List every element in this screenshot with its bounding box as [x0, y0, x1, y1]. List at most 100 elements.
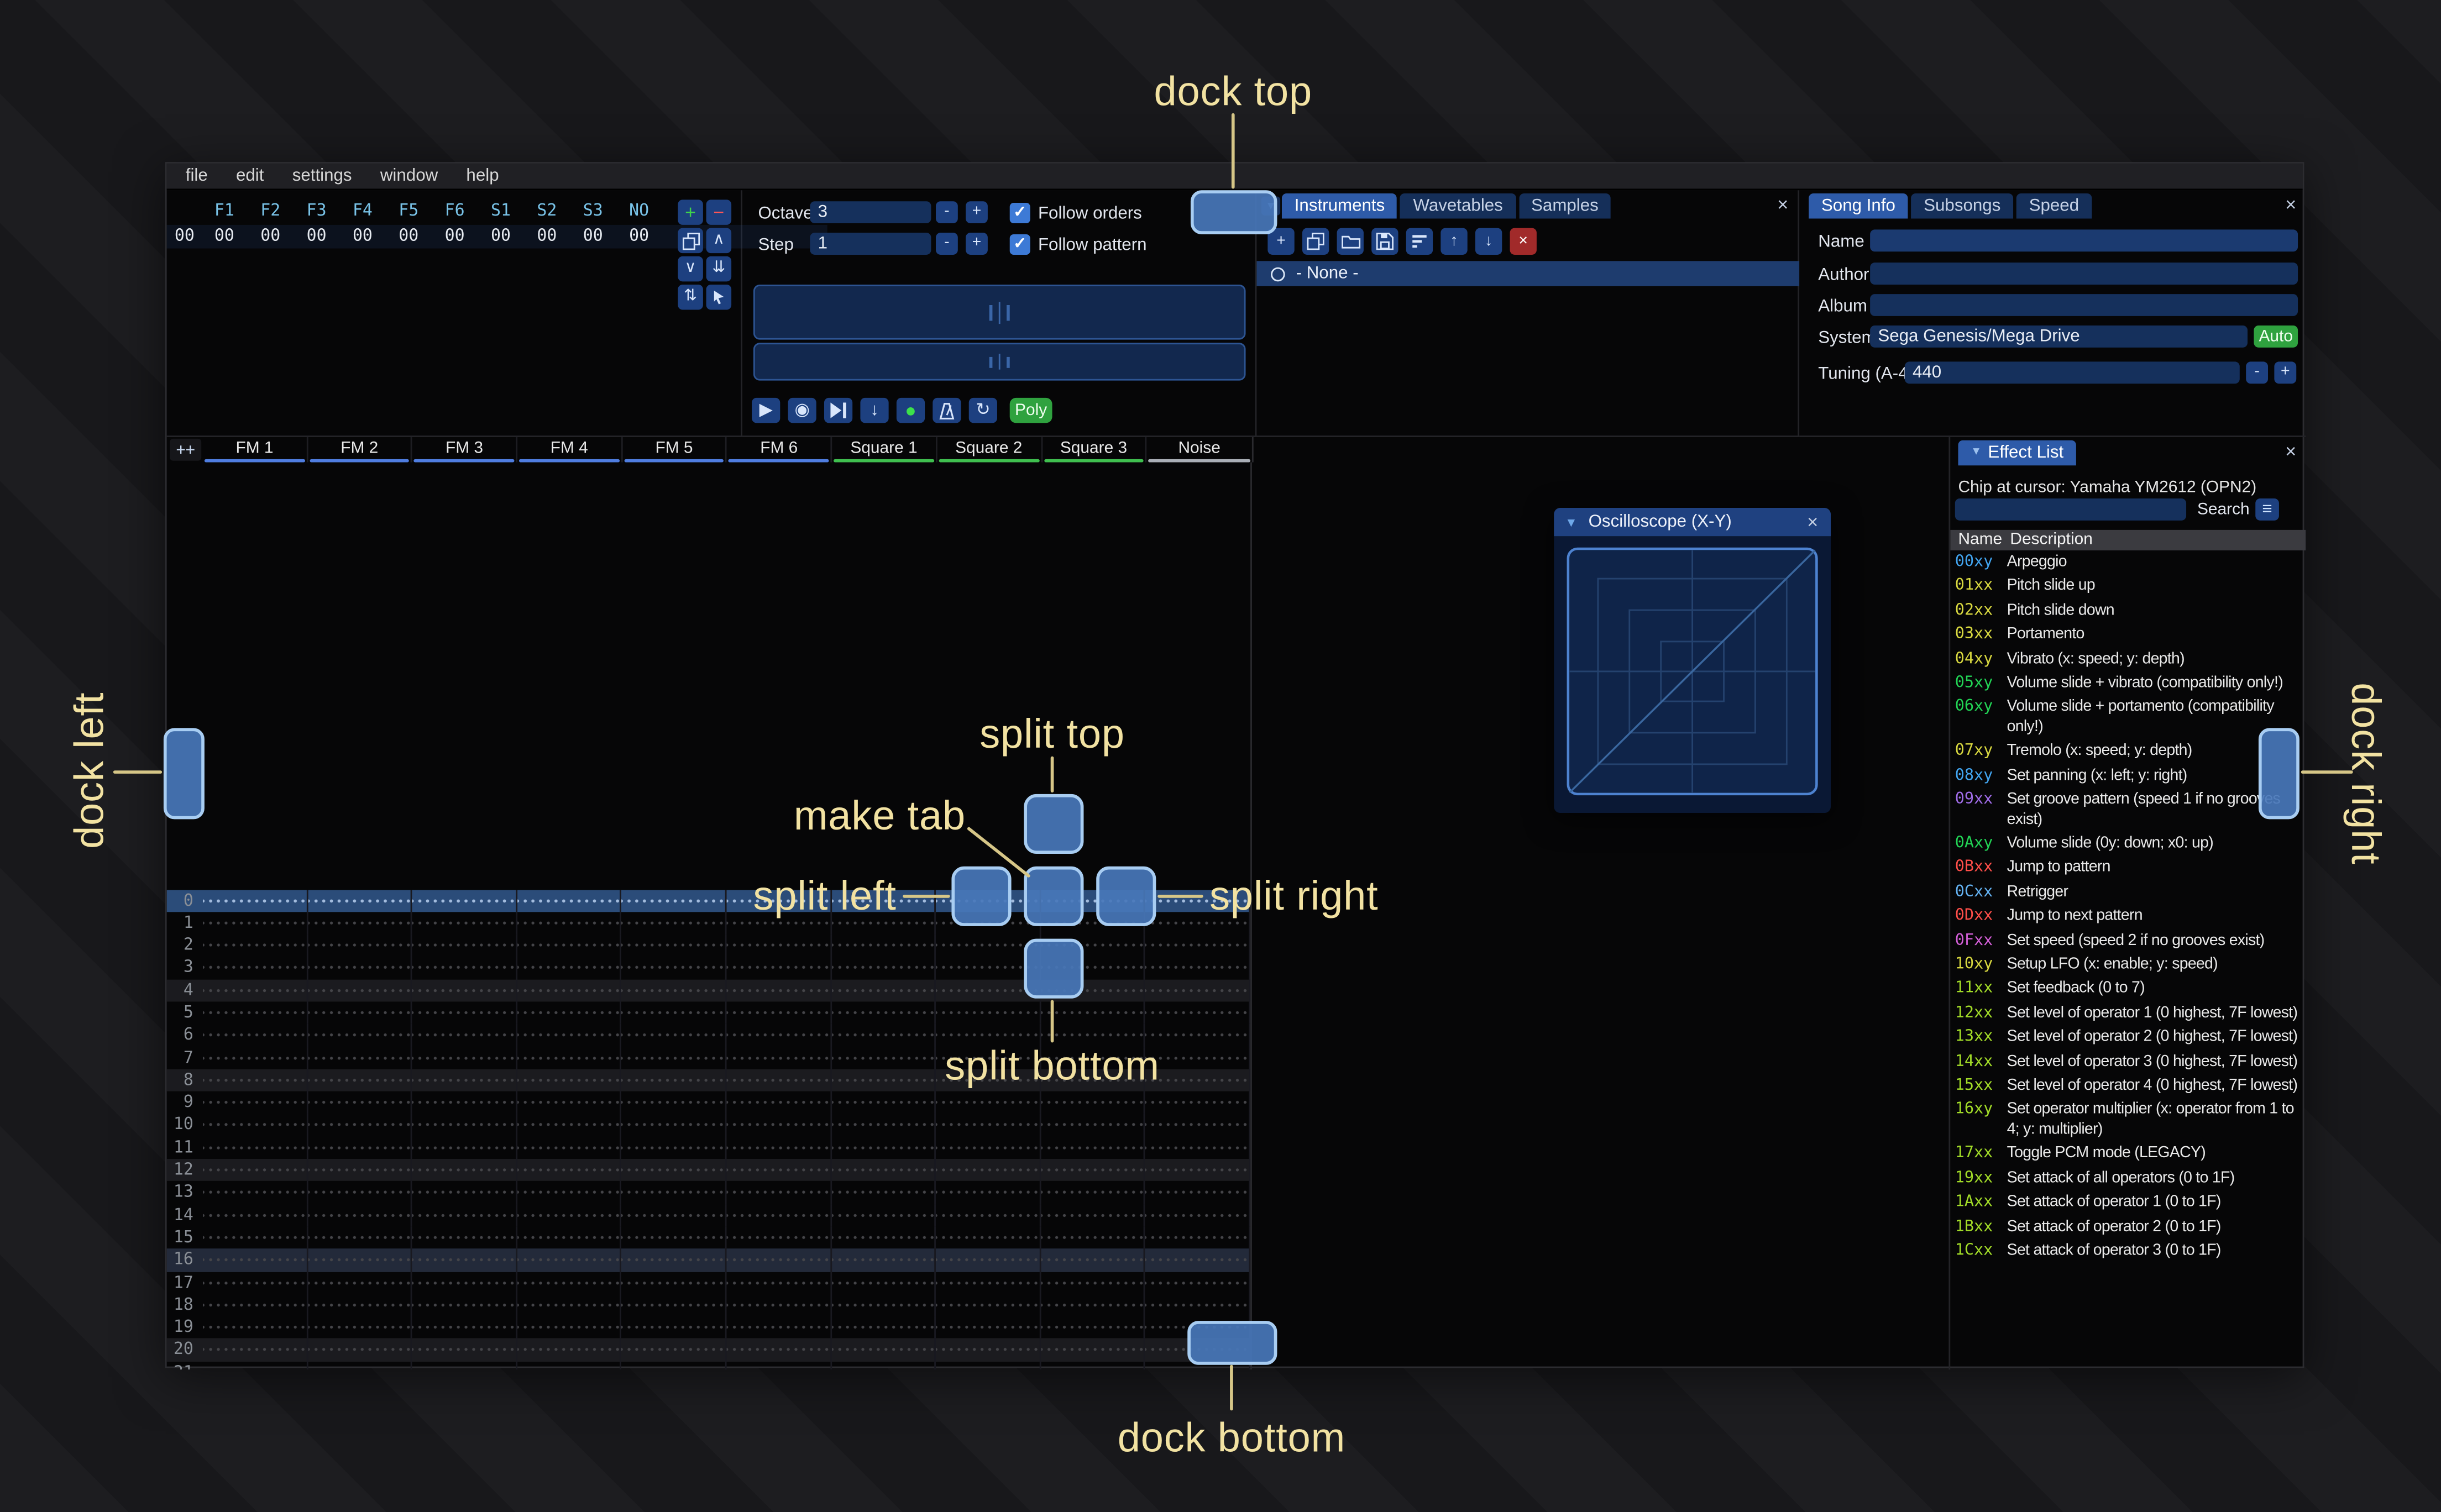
pattern-cell[interactable] — [1145, 1069, 1251, 1092]
tuning-decrease-button[interactable]: - — [2246, 361, 2269, 384]
pattern-cell[interactable] — [203, 911, 308, 935]
pattern-cell[interactable] — [726, 1248, 832, 1272]
pattern-cell[interactable] — [517, 1114, 622, 1137]
pattern-cell[interactable] — [1145, 1136, 1251, 1159]
make-tab-target[interactable] — [1024, 866, 1084, 926]
pattern-cell[interactable] — [517, 1338, 622, 1362]
pattern-cell[interactable] — [726, 1338, 832, 1362]
pattern-row[interactable]: 14 — [167, 1204, 1251, 1227]
channel-header[interactable]: Square 1 — [832, 437, 937, 463]
pattern-cell[interactable] — [622, 1069, 727, 1092]
octave-increase-button[interactable]: + — [966, 201, 988, 224]
pattern-cell[interactable] — [517, 1001, 622, 1025]
effect-list-row[interactable]: 14xx Set level of operator 3 (0 highest,… — [1955, 1053, 2304, 1073]
pattern-cell[interactable] — [1041, 1159, 1146, 1182]
pattern-cell[interactable] — [831, 1159, 936, 1182]
effect-list-row[interactable]: 11xx Set feedback (0 to 7) — [1955, 980, 2304, 1000]
pattern-cell[interactable] — [412, 1046, 517, 1069]
pattern-row[interactable]: 10 — [167, 1114, 1251, 1137]
follow-pattern-checkbox[interactable]: ✓ — [1009, 234, 1030, 255]
pattern-cell[interactable] — [622, 1046, 727, 1069]
pattern-cell[interactable] — [307, 979, 413, 1002]
pattern-cell[interactable] — [622, 1181, 727, 1204]
dock-bottom-target[interactable] — [1187, 1321, 1277, 1365]
order-cell[interactable]: 00 — [478, 227, 523, 245]
pattern-cell[interactable] — [203, 1024, 308, 1047]
pattern-cell[interactable] — [726, 1204, 832, 1227]
pattern-cell[interactable] — [203, 1248, 308, 1272]
pattern-cell[interactable] — [726, 1271, 832, 1294]
pattern-cell[interactable] — [622, 1248, 727, 1272]
effect-list-row[interactable]: 00xy Arpeggio — [1955, 554, 2304, 574]
pattern-cell[interactable] — [936, 1136, 1041, 1159]
pattern-cell[interactable] — [1041, 1204, 1146, 1227]
pattern-cell[interactable] — [1145, 1091, 1251, 1114]
instrument-move-down-button[interactable]: ↓ — [1475, 228, 1502, 255]
split-bottom-target[interactable] — [1024, 938, 1084, 999]
pattern-cell[interactable] — [831, 1069, 936, 1092]
tuning-field[interactable]: 440 — [1904, 361, 2240, 384]
pattern-cell[interactable] — [203, 979, 308, 1002]
pattern-cell[interactable] — [936, 1361, 1041, 1370]
pattern-cell[interactable] — [307, 889, 413, 912]
pattern-cell[interactable] — [936, 1159, 1041, 1182]
pattern-cell[interactable] — [307, 1091, 413, 1114]
pattern-cell[interactable] — [1041, 1316, 1146, 1339]
repeat-pattern-button[interactable]: ↻ — [968, 397, 997, 423]
effect-list-close-button[interactable]: × — [2285, 442, 2296, 461]
pattern-cell[interactable] — [412, 1136, 517, 1159]
pattern-cell[interactable] — [831, 1181, 936, 1204]
pattern-cell[interactable] — [307, 957, 413, 979]
pattern-cell[interactable] — [307, 1316, 413, 1339]
edit-record-button[interactable]: ● — [896, 397, 925, 423]
album-field[interactable] — [1870, 294, 2298, 316]
channel-header[interactable]: FM 5 — [622, 437, 727, 463]
pattern-cell[interactable] — [412, 1294, 517, 1316]
pattern-cell[interactable] — [307, 911, 413, 935]
effect-list-row[interactable]: 01xx Pitch slide up — [1955, 578, 2304, 597]
pattern-row[interactable]: 12 — [166, 1159, 1251, 1182]
pattern-cell[interactable] — [517, 1226, 622, 1249]
pattern-cell[interactable] — [412, 1204, 517, 1227]
instrument-list-item[interactable]: - None - — [1256, 261, 1800, 286]
effect-list-row[interactable]: 07xy Tremolo (x: speed; y: depth) — [1955, 743, 2304, 763]
pattern-cell[interactable] — [831, 1204, 936, 1227]
dock-top-target[interactable] — [1190, 190, 1277, 234]
pattern-cell[interactable] — [203, 1136, 308, 1159]
instrument-save-button[interactable] — [1371, 228, 1398, 255]
pattern-cell[interactable] — [412, 1226, 517, 1249]
channel-header[interactable]: FM 4 — [517, 437, 623, 463]
pattern-cell[interactable] — [622, 1136, 727, 1159]
pattern-cell[interactable] — [831, 1361, 936, 1370]
pattern-cell[interactable] — [1145, 1204, 1251, 1227]
order-add-button[interactable]: + — [678, 200, 703, 225]
pattern-cell[interactable] — [307, 1001, 413, 1025]
effect-search-input[interactable] — [1955, 498, 2187, 521]
pattern-cell[interactable] — [517, 934, 622, 957]
order-duplicate-button[interactable] — [678, 228, 703, 254]
pattern-cell[interactable] — [622, 911, 727, 935]
pattern-cell[interactable] — [726, 957, 832, 979]
split-top-target[interactable] — [1024, 794, 1084, 854]
pattern-cell[interactable] — [936, 1114, 1041, 1137]
pattern-cell[interactable] — [936, 1204, 1041, 1227]
order-cell[interactable]: 00 — [339, 227, 385, 245]
effect-list-menu-button[interactable]: ≡ — [2255, 498, 2279, 521]
pattern-row[interactable]: 4 — [166, 979, 1251, 1002]
effect-list-row[interactable]: 13xx Set level of operator 2 (0 highest,… — [1955, 1028, 2304, 1048]
pattern-cell[interactable] — [517, 889, 622, 912]
pattern-cell[interactable] — [412, 1024, 517, 1047]
effect-list-row[interactable]: 15xx Set level of operator 4 (0 highest,… — [1955, 1077, 2304, 1097]
pattern-cell[interactable] — [831, 979, 936, 1002]
play-pattern-button[interactable]: ◉ — [788, 397, 816, 423]
order-row-index[interactable]: 00 — [175, 227, 195, 245]
pattern-cell[interactable] — [307, 1248, 413, 1272]
pattern-cell[interactable] — [517, 1069, 622, 1092]
pattern-cell[interactable] — [517, 1024, 622, 1047]
pattern-cell[interactable] — [831, 934, 936, 957]
effect-list-row[interactable]: 0Bxx Jump to pattern — [1955, 859, 2304, 879]
pattern-row[interactable]: 17 — [167, 1271, 1251, 1294]
pattern-cell[interactable] — [412, 1181, 517, 1204]
pattern-cell[interactable] — [622, 1204, 727, 1227]
menu-item[interactable]: window — [366, 162, 452, 189]
